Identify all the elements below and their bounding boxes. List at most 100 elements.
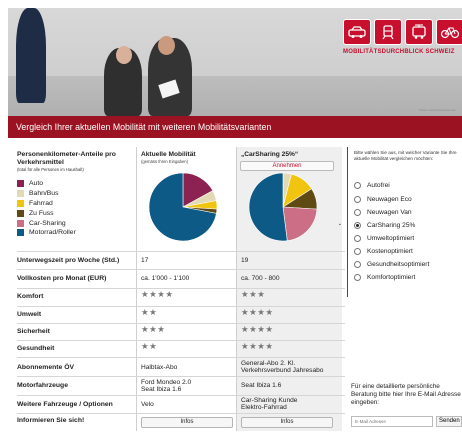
row-label: Sicherheit xyxy=(17,328,50,335)
variant-column-title: „CarSharing 25%“ xyxy=(241,151,299,158)
row-label: Umwelt xyxy=(17,311,42,318)
legend-swatch xyxy=(17,199,24,207)
table-row: Weitere Fahrzeuge / Optionen Velo Car-Sh… xyxy=(17,395,345,413)
legend-label: Motorrad/Roller xyxy=(29,229,76,237)
selection-pointer-icon: ▪ xyxy=(339,222,341,228)
table-row: Vollkosten pro Monat (EUR) ca. 1'000 - 1… xyxy=(17,269,345,288)
variant-option[interactable]: Neuwagen Van xyxy=(354,209,412,216)
radio-button[interactable] xyxy=(354,248,361,255)
legend-title: Personenkilometer-Anteile pro Verkehrsmi… xyxy=(17,151,116,166)
transport-logos xyxy=(343,19,462,45)
option-label: Umweltoptimiert xyxy=(367,235,415,242)
radio-button[interactable] xyxy=(354,209,361,216)
legend-item: Auto xyxy=(17,179,76,189)
legend-swatch xyxy=(17,190,24,198)
row-variant-value: Car-Sharing Kunde Elektro-Fahrrad xyxy=(241,397,298,412)
row-label: Weitere Fahrzeuge / Optionen xyxy=(17,401,113,408)
radio-button[interactable] xyxy=(354,261,361,268)
row-current-value: Halbtax-Abo xyxy=(141,364,178,371)
legend-item: Fahrrad xyxy=(17,199,76,209)
row-current-value: Ford Mondeo 2.0 Seat Ibiza 1.6 xyxy=(141,379,192,394)
legend-swatch xyxy=(17,209,24,217)
legend-swatch xyxy=(17,219,24,227)
email-prompt: Für eine detaillierte persönliche Beratu… xyxy=(351,383,461,406)
current-column-title: Aktuelle Mobilität xyxy=(141,151,196,158)
row-current-rating: ★★ xyxy=(141,307,158,317)
current-pie-chart xyxy=(148,172,218,242)
radio-button[interactable] xyxy=(354,235,361,242)
radio-button[interactable] xyxy=(354,182,361,189)
pie-slice-car-sharing xyxy=(282,206,318,242)
send-button[interactable]: Senden xyxy=(436,416,462,427)
radio-button[interactable] xyxy=(354,274,361,281)
variant-option[interactable]: Neuwagen Eco xyxy=(354,196,412,203)
legend-label: Car-Sharing xyxy=(29,219,66,227)
legend: Auto Bahn/Bus Fahrrad Zu Fuss Car-Sharin… xyxy=(17,179,76,238)
radio-button[interactable] xyxy=(354,222,361,229)
row-label: Gesundheit xyxy=(17,345,55,352)
variant-option[interactable]: CarSharing 25% xyxy=(354,222,415,229)
option-label: Neuwagen Eco xyxy=(367,196,412,203)
current-infos-button[interactable]: Infos xyxy=(141,417,233,428)
row-current-rating: ★★★★ xyxy=(141,289,174,299)
option-label: Komfortoptimiert xyxy=(367,274,416,281)
option-label: Gesundheitsoptimiert xyxy=(367,261,430,268)
row-variant-rating: ★★★★ xyxy=(241,341,274,351)
bicycle-icon xyxy=(436,19,462,45)
row-current-value: ca. 1'000 - 1'100 xyxy=(141,275,190,282)
row-label: Vollkosten pro Monat (EUR) xyxy=(17,275,107,282)
row-current-value: 17 xyxy=(141,257,149,264)
legend-label: Auto xyxy=(29,180,43,188)
variant-infos-button[interactable]: Infos xyxy=(241,417,333,428)
legend-item: Car-Sharing xyxy=(17,218,76,228)
row-variant-rating: ★★★★ xyxy=(241,324,274,334)
table-row: Abonnemente ÖV Halbtax-Abo General-Abo 2… xyxy=(17,357,345,376)
page-title: Vergleich Ihrer aktuellen Mobilität mit … xyxy=(8,116,462,138)
current-column-subtitle: (gemäss Ihren Eingaben) xyxy=(141,159,189,164)
legend-label: Bahn/Bus xyxy=(29,190,59,198)
variant-panel-border xyxy=(347,147,348,297)
photo-head-right xyxy=(158,36,175,55)
legend-label: Fahrrad xyxy=(29,199,53,207)
variant-option[interactable]: Gesundheitsoptimiert xyxy=(354,261,429,268)
legend-item: Zu Fuss xyxy=(17,208,76,218)
legend-swatch xyxy=(17,180,24,188)
row-variant-value: Seat Ibiza 1.6 xyxy=(241,382,282,389)
legend-item: Motorrad/Roller xyxy=(17,228,76,238)
option-label: CarSharing 25% xyxy=(367,222,416,229)
photo-head-middle xyxy=(116,46,132,64)
row-label: Motorfahrzeuge xyxy=(17,382,68,389)
radio-button[interactable] xyxy=(354,196,361,203)
train-icon xyxy=(374,19,402,45)
table-row: Umwelt ★★ ★★★★ xyxy=(17,306,345,323)
row-current-value: Velo xyxy=(141,401,154,408)
table-row: Unterwegszeit pro Woche (Std.) 17 19 xyxy=(17,251,345,269)
tram-icon xyxy=(405,19,433,45)
brand-name: MOBILITÄTSDURCHBLICK SCHWEIZ xyxy=(343,49,455,55)
table-row: Komfort ★★★★ ★★★ xyxy=(17,288,345,306)
legend-label: Zu Fuss xyxy=(29,209,54,217)
legend-item: Bahn/Bus xyxy=(17,189,76,199)
row-variant-rating: ★★★ xyxy=(241,289,266,299)
table-row: Sicherheit ★★★ ★★★★ xyxy=(17,323,345,340)
variant-option[interactable]: Umweltoptimiert xyxy=(354,235,414,242)
variant-option[interactable]: Autofrei xyxy=(354,182,390,189)
legend-subtitle: (total für alle Personen im Haushalt) xyxy=(17,167,84,172)
row-label: Abonnemente ÖV xyxy=(17,364,75,371)
legend-swatch xyxy=(17,229,24,237)
row-current-rating: ★★★ xyxy=(141,324,166,334)
table-row: Motorfahrzeuge Ford Mondeo 2.0 Seat Ibiz… xyxy=(17,376,345,395)
variant-option[interactable]: Kostenoptimiert xyxy=(354,248,413,255)
variant-pie-chart xyxy=(248,172,318,242)
row-variant-value: ca. 700 - 800 xyxy=(241,275,280,282)
email-input[interactable] xyxy=(351,416,433,427)
variant-selection-intro: Bitte wählen Sie aus, mit welcher Varian… xyxy=(354,150,457,161)
row-current-rating: ★★ xyxy=(141,341,158,351)
photo-credit: Photo: www.photocase.com xyxy=(418,108,456,112)
variant-option[interactable]: Komfortoptimiert xyxy=(354,274,415,281)
row-variant-rating: ★★★★ xyxy=(241,307,274,317)
accept-button[interactable]: Annehmen xyxy=(240,161,334,171)
photo-person-left xyxy=(16,8,46,103)
row-variant-value: 19 xyxy=(241,257,249,264)
pie-slice-motorrad-roller xyxy=(248,172,288,242)
